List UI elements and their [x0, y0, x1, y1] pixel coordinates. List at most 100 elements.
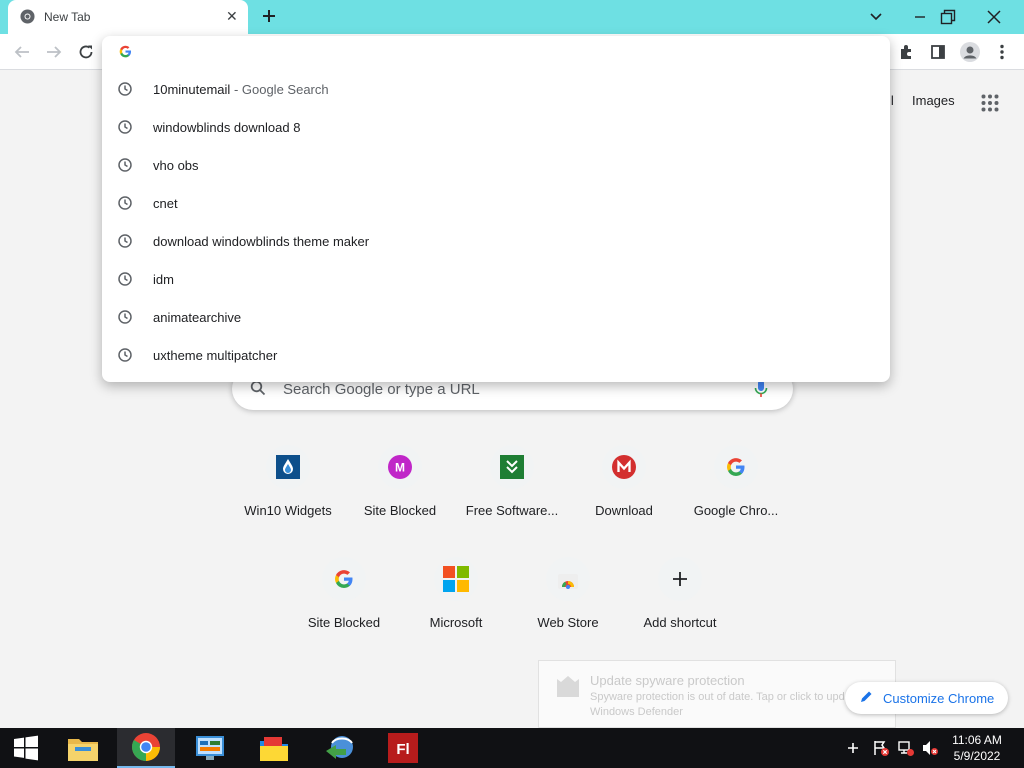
- suggestion-query: 10minutemail: [153, 82, 231, 97]
- shortcut-web-store[interactable]: Web Store: [512, 557, 624, 657]
- system-clock[interactable]: 11:06 AM 5/9/2022: [946, 732, 1008, 764]
- volume-muted-icon[interactable]: [921, 728, 939, 768]
- show-hidden-icons-icon[interactable]: [846, 728, 860, 768]
- tab-new-tab[interactable]: New Tab ✕: [8, 0, 248, 34]
- control-panel-icon[interactable]: [182, 728, 238, 768]
- shortcut-tile: [434, 557, 478, 601]
- customize-chrome-label: Customize Chrome: [883, 691, 995, 706]
- extensions-icon[interactable]: [896, 42, 916, 62]
- shortcut-tile: [266, 445, 310, 489]
- google-apps-icon[interactable]: [981, 94, 999, 112]
- suggestion-item[interactable]: cnet: [102, 184, 890, 222]
- suggestion-text: 10minutemail - Google Search: [153, 82, 329, 97]
- history-clock-icon: [118, 234, 132, 253]
- suggestion-query: download windowblinds theme maker: [153, 234, 370, 249]
- suggestion-item[interactable]: animatearchive: [102, 298, 890, 336]
- suggestion-item[interactable]: download windowblinds theme maker: [102, 222, 890, 260]
- shortcut-tile: [602, 445, 646, 489]
- notification-title: Update spyware protection: [590, 673, 745, 688]
- images-link[interactable]: Images: [912, 93, 955, 108]
- start-icon[interactable]: [0, 728, 52, 768]
- shortcut-label: Site Blocked: [363, 503, 437, 518]
- suggestion-item[interactable]: vho obs: [102, 146, 890, 184]
- shortcut-add[interactable]: Add shortcut: [624, 557, 736, 657]
- suggestion-suffix: - Google Search: [230, 82, 329, 97]
- shortcut-tile: [322, 557, 366, 601]
- shortcut-label: Web Store: [537, 615, 599, 630]
- google-g-icon: [335, 570, 353, 588]
- omnibox-dropdown: 10minutemail - Google Search windowblind…: [102, 36, 890, 382]
- shortcut-site-blocked-2[interactable]: Site Blocked: [288, 557, 400, 657]
- shortcut-site-blocked[interactable]: M Site Blocked: [344, 445, 456, 545]
- chevron-down-icon: [500, 455, 524, 479]
- shortcut-label: Microsoft: [429, 615, 483, 630]
- defender-notification[interactable]: Update spyware protection Spyware protec…: [538, 660, 896, 728]
- defender-castle-icon: [553, 671, 583, 706]
- file-explorer-icon[interactable]: [56, 728, 110, 768]
- profile-icon[interactable]: [960, 42, 980, 62]
- chrome-favicon-icon: [20, 9, 35, 29]
- svg-text:Fl: Fl: [396, 741, 409, 758]
- folder-app-icon[interactable]: [246, 728, 302, 768]
- suggestion-item[interactable]: windowblinds download 8: [102, 108, 890, 146]
- drop-icon: [276, 455, 300, 479]
- reload-icon[interactable]: [76, 42, 96, 62]
- microphone-icon[interactable]: [754, 379, 768, 404]
- shortcut-tile: [546, 557, 590, 601]
- shortcut-tile: M: [378, 445, 422, 489]
- idm-icon[interactable]: [312, 728, 368, 768]
- shortcut-download[interactable]: Download: [568, 445, 680, 545]
- suggestion-query: uxtheme multipatcher: [153, 348, 278, 363]
- history-clock-icon: [118, 348, 132, 367]
- microsoft-icon: [443, 566, 469, 592]
- suggestion-query: cnet: [153, 196, 178, 211]
- mega-icon: [612, 455, 636, 479]
- menu-icon[interactable]: [992, 42, 1012, 62]
- forward-icon[interactable]: [44, 42, 64, 62]
- webstore-icon: [558, 574, 578, 589]
- address-bar-input[interactable]: [102, 36, 890, 70]
- shortcut-label: Download: [595, 503, 653, 518]
- shortcut-tile: [714, 445, 758, 489]
- pencil-icon: [859, 690, 873, 707]
- side-panel-icon[interactable]: [928, 42, 948, 62]
- shortcut-label: Site Blocked: [307, 615, 381, 630]
- windows-taskbar: Fl 11:06 AM 5/9/2022: [0, 728, 1024, 768]
- action-center-flag-icon[interactable]: [872, 728, 890, 768]
- suggestion-item[interactable]: 10minutemail - Google Search: [102, 70, 890, 108]
- suggestion-query: animatearchive: [153, 310, 242, 325]
- clock-time: 11:06 AM: [952, 733, 1002, 747]
- shortcut-tile: [490, 445, 534, 489]
- shortcut-tile: [658, 557, 702, 601]
- google-g-icon: [119, 45, 132, 63]
- history-clock-icon: [118, 310, 132, 329]
- m-letter-icon: M: [388, 455, 412, 479]
- plus-icon: [673, 572, 687, 586]
- shortcut-win10-widgets[interactable]: Win10 Widgets: [232, 445, 344, 545]
- shortcut-google-chrome[interactable]: Google Chro...: [680, 445, 792, 545]
- customize-chrome-button[interactable]: Customize Chrome: [845, 682, 1008, 714]
- title-bar: New Tab ✕: [0, 0, 1024, 34]
- restore-icon[interactable]: [936, 0, 960, 34]
- suggestion-item[interactable]: uxtheme multipatcher: [102, 336, 890, 374]
- history-clock-icon: [118, 158, 132, 177]
- new-tab-icon[interactable]: [260, 7, 278, 30]
- network-icon[interactable]: [897, 728, 915, 768]
- shortcut-free-software[interactable]: Free Software...: [456, 445, 568, 545]
- chrome-icon[interactable]: [117, 728, 175, 768]
- search-icon: [250, 380, 266, 401]
- flash-icon[interactable]: Fl: [376, 728, 430, 768]
- suggestion-query: vho obs: [153, 158, 199, 173]
- clock-date: 5/9/2022: [953, 749, 1001, 763]
- history-clock-icon: [118, 272, 132, 291]
- history-clock-icon: [118, 196, 132, 215]
- history-clock-icon: [118, 82, 132, 101]
- shortcut-microsoft[interactable]: Microsoft: [400, 557, 512, 657]
- shortcut-label: Win10 Widgets: [244, 503, 332, 518]
- window-close-icon[interactable]: [963, 0, 1024, 34]
- history-clock-icon: [118, 120, 132, 139]
- tab-search-chevron-icon[interactable]: [862, 0, 890, 34]
- back-icon[interactable]: [12, 42, 32, 62]
- suggestion-item[interactable]: idm: [102, 260, 890, 298]
- tab-close-icon[interactable]: ✕: [226, 8, 238, 24]
